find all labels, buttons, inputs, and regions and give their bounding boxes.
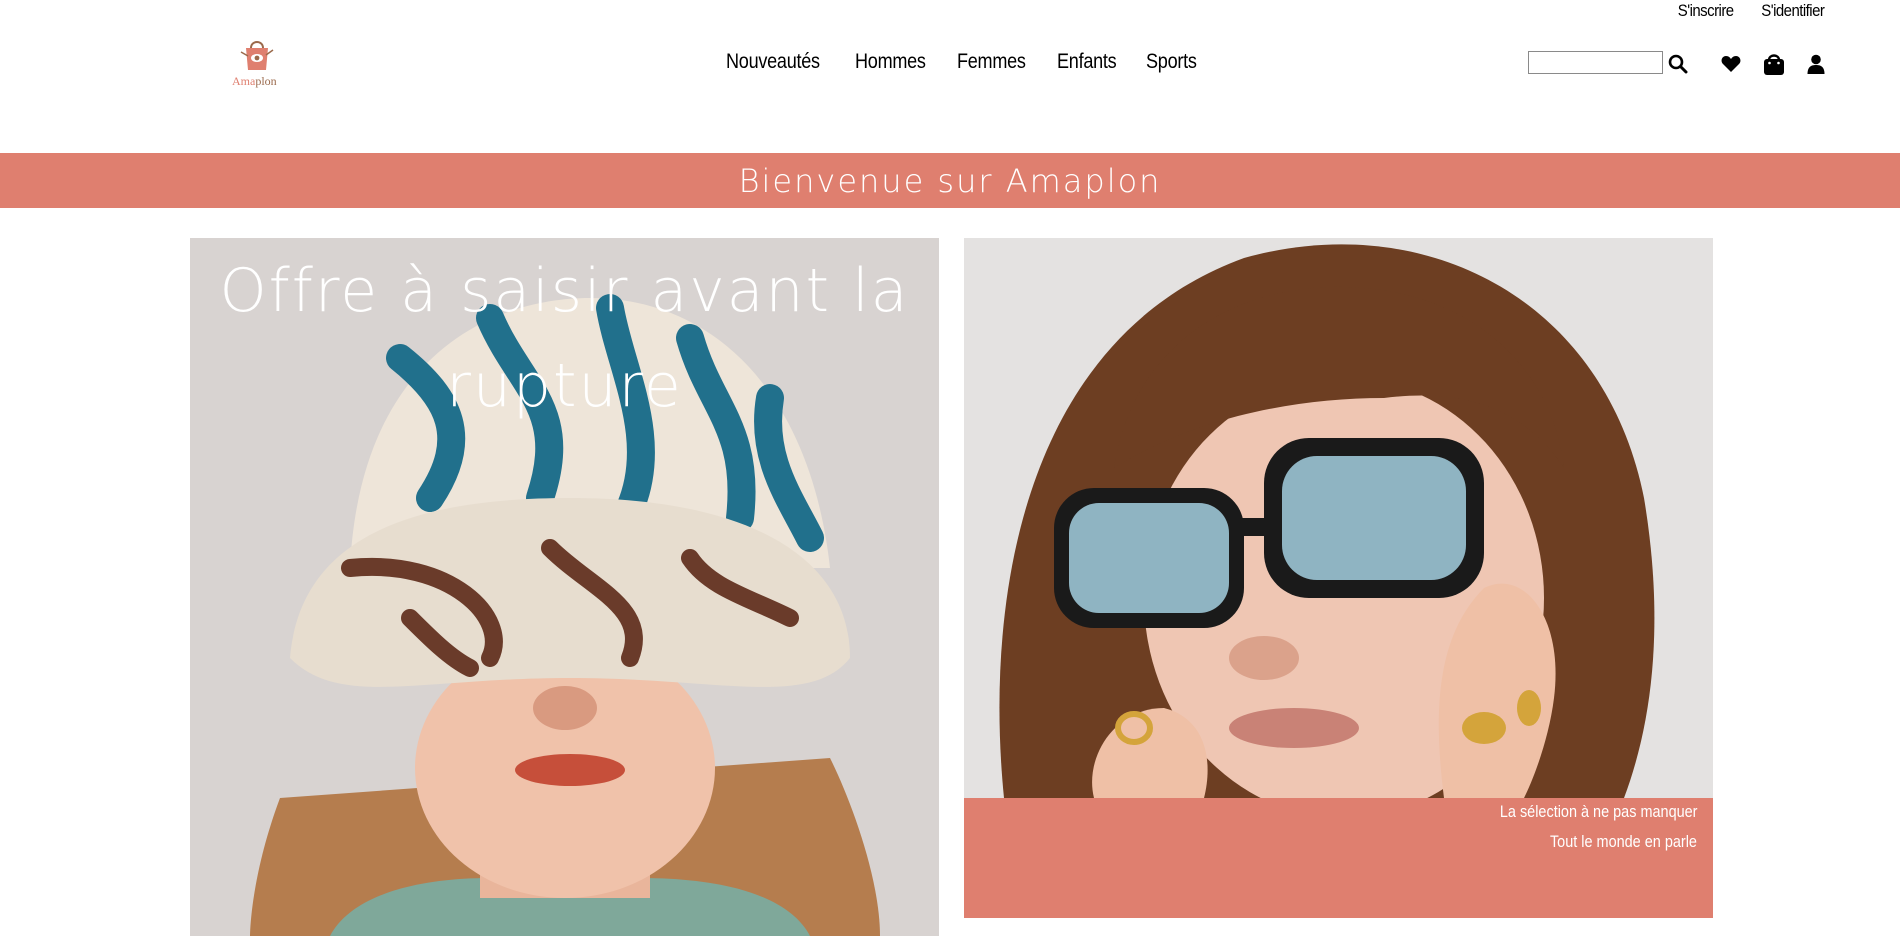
shopping-bag-icon xyxy=(1764,54,1784,75)
hero-right-caption: La sélection à ne pas manquer Tout le mo… xyxy=(964,798,1713,918)
cart-button[interactable] xyxy=(1762,52,1786,76)
nav-item-nouveautes[interactable]: Nouveautés xyxy=(726,50,820,74)
shopping-bag-logo-icon xyxy=(240,41,274,70)
welcome-text: Bienvenue sur Amaplon xyxy=(738,161,1162,200)
account-links: S'inscrire S'identifier xyxy=(1674,0,1829,22)
user-icon xyxy=(1807,54,1825,74)
caption-line-1[interactable]: La sélection à ne pas manquer xyxy=(1499,802,1697,822)
hero-right-card[interactable] xyxy=(964,238,1713,798)
wishlist-button[interactable] xyxy=(1719,52,1743,76)
woman-with-sunglasses-photo xyxy=(964,238,1713,798)
nav-item-hommes[interactable]: Hommes xyxy=(855,50,926,74)
account-button[interactable] xyxy=(1804,52,1828,76)
login-link[interactable]: S'identifier xyxy=(1762,1,1826,21)
search-input[interactable] xyxy=(1528,51,1663,74)
nav-item-enfants[interactable]: Enfants xyxy=(1057,50,1117,74)
logo[interactable]: Amaplon xyxy=(228,36,284,90)
nav-item-femmes[interactable]: Femmes xyxy=(957,50,1026,74)
signup-link[interactable]: S'inscrire xyxy=(1678,1,1734,21)
search-icon xyxy=(1668,54,1688,74)
welcome-banner: Bienvenue sur Amaplon xyxy=(0,153,1900,208)
heart-icon xyxy=(1721,56,1741,72)
main-nav: Nouveautés Hommes Femmes Enfants Sports xyxy=(726,50,1197,74)
search-button[interactable] xyxy=(1666,52,1690,76)
logo-text: Amaplon xyxy=(232,74,277,88)
hero-left-card[interactable]: Offre à saisir avant la rupture xyxy=(190,238,939,936)
nav-item-sports[interactable]: Sports xyxy=(1146,50,1197,74)
caption-line-2[interactable]: Tout le monde en parle xyxy=(1550,832,1697,852)
header: Amaplon Nouveautés Hommes Femmes Enfants… xyxy=(0,28,1900,98)
hero-left-title: Offre à saisir avant la rupture xyxy=(219,256,910,421)
